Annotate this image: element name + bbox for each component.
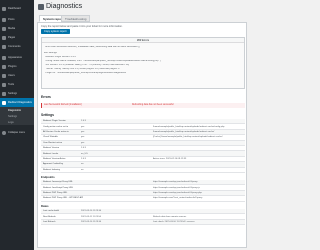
row-value: 2.4.3 bbox=[81, 120, 86, 123]
row-label: All Version Cache active in bbox=[43, 131, 69, 134]
report-line: ### Settings bbox=[44, 52, 57, 54]
brush-icon bbox=[2, 55, 6, 60]
diagnostics-icon bbox=[2, 100, 6, 105]
settings-icon bbox=[2, 91, 6, 96]
row-label: Redirect PHP Proxy URL - WP REST API bbox=[43, 197, 84, 200]
row-label: Config active cache set to bbox=[43, 125, 69, 128]
row-label: Redirect PHP Proxy URL bbox=[43, 192, 68, 195]
tools-icon bbox=[2, 82, 6, 87]
page-title: Diagnostics bbox=[46, 3, 83, 10]
row-value: [Cache] /home/example/public_html/wp-con… bbox=[153, 136, 223, 139]
row-value: yes bbox=[81, 136, 85, 139]
users-icon bbox=[2, 73, 6, 78]
row-value: 2021-03-10 11:23:54 bbox=[81, 221, 102, 224]
row-value: 2021-03-11 11:23:54 bbox=[81, 215, 101, 218]
menu-item-appearance[interactable]: Appearance bbox=[0, 53, 34, 62]
row-value: on bbox=[81, 168, 84, 171]
menu-item-media[interactable]: Media bbox=[0, 24, 34, 33]
dates-heading: Dates bbox=[41, 204, 49, 208]
row-value: 2.4.3 bbox=[81, 147, 86, 150]
settings-heading: Settings bbox=[41, 113, 55, 117]
menu-item-posts[interactable]: Posts bbox=[0, 15, 34, 24]
row-value: https://example.com/?rest_route=/redirec… bbox=[153, 197, 203, 200]
media-icon bbox=[2, 26, 6, 31]
row-value: yes bbox=[81, 141, 85, 144]
row-value: 2.4.3 bbox=[81, 158, 86, 161]
errors-heading: Errors bbox=[41, 95, 51, 99]
menu-item-tools[interactable]: Tools bbox=[0, 80, 34, 89]
report-line: * Error Last Successful Refresh [ Instal… bbox=[44, 46, 141, 48]
tab-troubleshooting[interactable]: Troubleshooting bbox=[61, 15, 91, 22]
menu-item-redirect-diagnostics[interactable]: Redirect Diagnostics bbox=[0, 98, 34, 107]
menu-item-settings[interactable]: Settings bbox=[0, 89, 34, 98]
report-line: * Redirect Plugin Version: 2.4.3 bbox=[44, 56, 76, 58]
row-value: yes bbox=[81, 131, 85, 134]
pin-icon bbox=[2, 17, 6, 22]
row-label: Cron Restrict active bbox=[43, 141, 63, 144]
row-value: yes bbox=[81, 125, 85, 128]
row-label: Apparent CookieKey bbox=[43, 163, 64, 166]
error-row: Last Successful Refresh [Installation] R… bbox=[41, 103, 245, 108]
row-value: /home/example/public_html/wp-content/upl… bbox=[153, 125, 225, 128]
report-description: Copy the report below and paste it into … bbox=[41, 25, 123, 28]
dashboard-icon bbox=[2, 6, 6, 11]
report-line: * Plugin dir: "/home/example/public_html… bbox=[44, 72, 127, 74]
row-value: /home/example/public_html/wp-content/upl… bbox=[153, 131, 215, 134]
menu-item-pages[interactable]: Pages bbox=[0, 33, 34, 42]
table-row: Redirect Indexing on bbox=[41, 168, 245, 173]
collapse-menu-button[interactable]: Collapse menu bbox=[0, 128, 34, 137]
row-value: Last check: 2021-03-10 11:23:54 / succes… bbox=[153, 221, 195, 224]
report-line: * Config: active cache: enabled, cron: "… bbox=[44, 60, 161, 62]
row-value: https://example.com/wp-json/redirect/v1/… bbox=[153, 186, 200, 189]
row-value: en_US bbox=[81, 152, 88, 155]
error-message: Last Successful Refresh [Installation] bbox=[44, 104, 82, 106]
report-line: * Theme: Twenty Twenty One 1.1 | Active … bbox=[44, 68, 120, 70]
submenu-item-logs[interactable]: Logs bbox=[0, 119, 34, 125]
report-panel: Copy the report below and paste it into … bbox=[37, 22, 247, 248]
page-icon bbox=[2, 35, 6, 40]
row-label: Redirect Plugin Version bbox=[43, 120, 66, 123]
diagnostics-icon bbox=[38, 4, 44, 10]
row-label: Last Refresh bbox=[43, 221, 56, 224]
endpoints-heading: Endpoints bbox=[41, 175, 55, 179]
copy-report-button[interactable]: Copy system report bbox=[41, 29, 70, 34]
table-row: Last Refresh 2021-03-10 11:23:54 Last chec… bbox=[41, 219, 245, 226]
main-content: Diagnostics System report Troubleshootin… bbox=[34, 0, 250, 250]
row-label: Check Writable bbox=[43, 136, 58, 139]
row-value: Refresh data from remote sources bbox=[153, 215, 187, 218]
comment-icon bbox=[2, 44, 6, 49]
row-label: Last cache build bbox=[43, 210, 59, 213]
row-label: Redirect Version Active bbox=[43, 158, 66, 161]
row-label: Redirect Version bbox=[43, 147, 60, 150]
admin-sidebar: Dashboard Posts Media Pages Comments App… bbox=[0, 0, 34, 250]
menu-item-plugins[interactable]: Plugins bbox=[0, 62, 34, 71]
collapse-icon bbox=[2, 130, 6, 135]
report-box-title: ### Errors bbox=[42, 38, 244, 43]
plugin-icon bbox=[2, 64, 6, 69]
menu-item-dashboard[interactable]: Dashboard bbox=[0, 4, 34, 13]
row-value: https://example.com/wp-json/redirect/v1/… bbox=[153, 192, 202, 195]
menu-item-users[interactable]: Users bbox=[0, 71, 34, 80]
error-detail: Refreshing data has not been successful bbox=[132, 104, 174, 106]
row-label: Redirect JavaScript Proxy URL bbox=[43, 186, 74, 189]
row-label: Next Refresh bbox=[43, 215, 56, 218]
row-value: Active since: 2021-02-14 09:12:33 bbox=[153, 158, 187, 161]
row-label: Redirect Locale bbox=[43, 152, 59, 155]
table-row: Redirect PHP Proxy URL - WP REST API http… bbox=[41, 196, 245, 202]
row-label: Redirect Indexing bbox=[43, 168, 61, 171]
row-label: Redirect Javascript Proxy URL bbox=[43, 181, 73, 184]
row-value: https://example.com/wp-json/redirect/v1/… bbox=[153, 181, 198, 184]
row-value: no bbox=[81, 163, 84, 166]
row-value: 2021-03-10 11:23:54 bbox=[81, 210, 102, 213]
menu-item-comments[interactable]: Comments bbox=[0, 42, 34, 51]
report-textbox[interactable]: ### Errors * Error Last Successful Refre… bbox=[41, 37, 245, 89]
report-line: * WP Version: 5.6.1 (multisite: false) |… bbox=[44, 64, 130, 66]
